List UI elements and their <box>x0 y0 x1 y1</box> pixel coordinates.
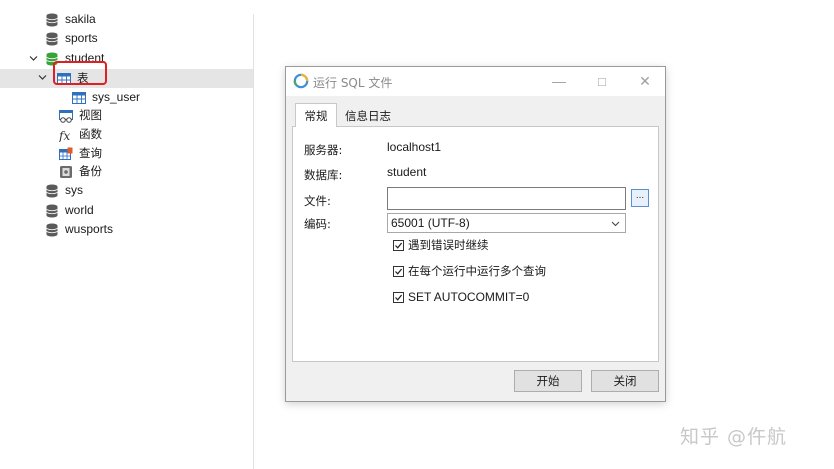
tree-item-label: 视图 <box>79 108 102 122</box>
encoding-selected-value: 65001 (UTF-8) <box>391 216 470 230</box>
tree-item-label: 备份 <box>79 164 102 178</box>
checkbox-label: SET AUTOCOMMIT=0 <box>408 290 530 304</box>
server-value: localhost1 <box>387 140 442 154</box>
start-button[interactable]: 开始 <box>514 370 582 392</box>
checkbox-checked-icon <box>393 265 404 277</box>
tree-item-world[interactable]: world <box>45 201 94 220</box>
general-tab-panel: 服务器: localhost1 数据库: student 文件: ... 编码:… <box>292 126 659 362</box>
chevron-down-icon[interactable] <box>38 73 47 82</box>
dialog-titlebar[interactable]: 运行 SQL 文件 — □ ✕ <box>286 67 665 96</box>
table-icon <box>72 91 86 104</box>
browse-file-button[interactable]: ... <box>631 189 649 207</box>
minimize-button[interactable]: — <box>545 71 573 91</box>
backup-icon <box>60 165 72 178</box>
autocommit-checkbox[interactable]: SET AUTOCOMMIT=0 <box>393 289 529 305</box>
run-sql-file-dialog: 运行 SQL 文件 — □ ✕ 常规 信息日志 服务器: localhost1 … <box>285 66 666 402</box>
encoding-select[interactable]: 65001 (UTF-8) <box>387 213 626 233</box>
database-icon <box>46 184 58 197</box>
continue-on-error-checkbox[interactable]: 遇到错误时继续 <box>393 237 489 253</box>
database-icon <box>46 13 58 26</box>
tree-item-label: sports <box>65 31 98 45</box>
tree-item-label: 查询 <box>79 146 102 160</box>
checkbox-checked-icon <box>393 291 404 303</box>
tree-item-label: sakila <box>65 12 96 26</box>
server-label: 服务器: <box>304 143 343 157</box>
tab-general[interactable]: 常规 <box>295 103 337 127</box>
checkbox-label: 遇到错误时继续 <box>408 238 489 252</box>
multiple-queries-checkbox[interactable]: 在每个运行中运行多个查询 <box>393 263 546 279</box>
navigation-tree: sakila sports student 表 sys_user 视图 fx 函… <box>0 0 253 469</box>
file-label: 文件: <box>304 194 331 208</box>
chevron-down-icon[interactable] <box>29 54 38 63</box>
annotation-highlight-box <box>53 61 107 85</box>
close-button[interactable]: 关闭 <box>591 370 659 392</box>
checkbox-checked-icon <box>393 239 404 251</box>
pane-divider <box>253 14 254 469</box>
database-value: student <box>387 165 427 179</box>
encoding-label: 编码: <box>304 217 331 231</box>
tree-item-label: 函数 <box>79 127 102 141</box>
svg-text:fx: fx <box>59 129 70 142</box>
tree-item-label: sys_user <box>92 90 141 104</box>
tree-item-views[interactable]: 视图 <box>59 106 102 125</box>
tree-item-label: world <box>65 203 94 217</box>
chevron-down-icon <box>611 221 620 227</box>
database-label: 数据库: <box>304 168 343 182</box>
tab-message-log[interactable]: 信息日志 <box>340 105 396 126</box>
query-icon <box>59 147 73 160</box>
tree-item-wusports[interactable]: wusports <box>45 220 113 239</box>
tree-item-backups[interactable]: 备份 <box>59 162 102 181</box>
database-icon <box>46 204 58 217</box>
watermark: 知乎 @仵航 <box>680 426 788 448</box>
maximize-button[interactable]: □ <box>588 71 616 91</box>
database-icon <box>46 32 58 45</box>
tree-item-functions[interactable]: fx 函数 <box>59 125 102 144</box>
checkbox-label: 在每个运行中运行多个查询 <box>408 264 546 278</box>
dialog-title: 运行 SQL 文件 <box>313 76 393 90</box>
tree-item-sys[interactable]: sys <box>45 181 83 200</box>
view-icon <box>59 109 73 123</box>
close-window-button[interactable]: ✕ <box>631 71 659 91</box>
function-icon: fx <box>59 129 70 142</box>
tree-item-label: sys <box>65 183 83 197</box>
file-path-input[interactable] <box>387 187 626 210</box>
tree-item-sports[interactable]: sports <box>45 29 98 48</box>
tree-item-label: wusports <box>65 222 114 236</box>
tree-item-sys-user[interactable]: sys_user <box>72 88 140 107</box>
navicat-logo-icon <box>293 73 309 89</box>
tree-item-queries[interactable]: 查询 <box>59 144 102 163</box>
database-icon <box>46 223 58 236</box>
tree-item-sakila[interactable]: sakila <box>45 10 96 29</box>
